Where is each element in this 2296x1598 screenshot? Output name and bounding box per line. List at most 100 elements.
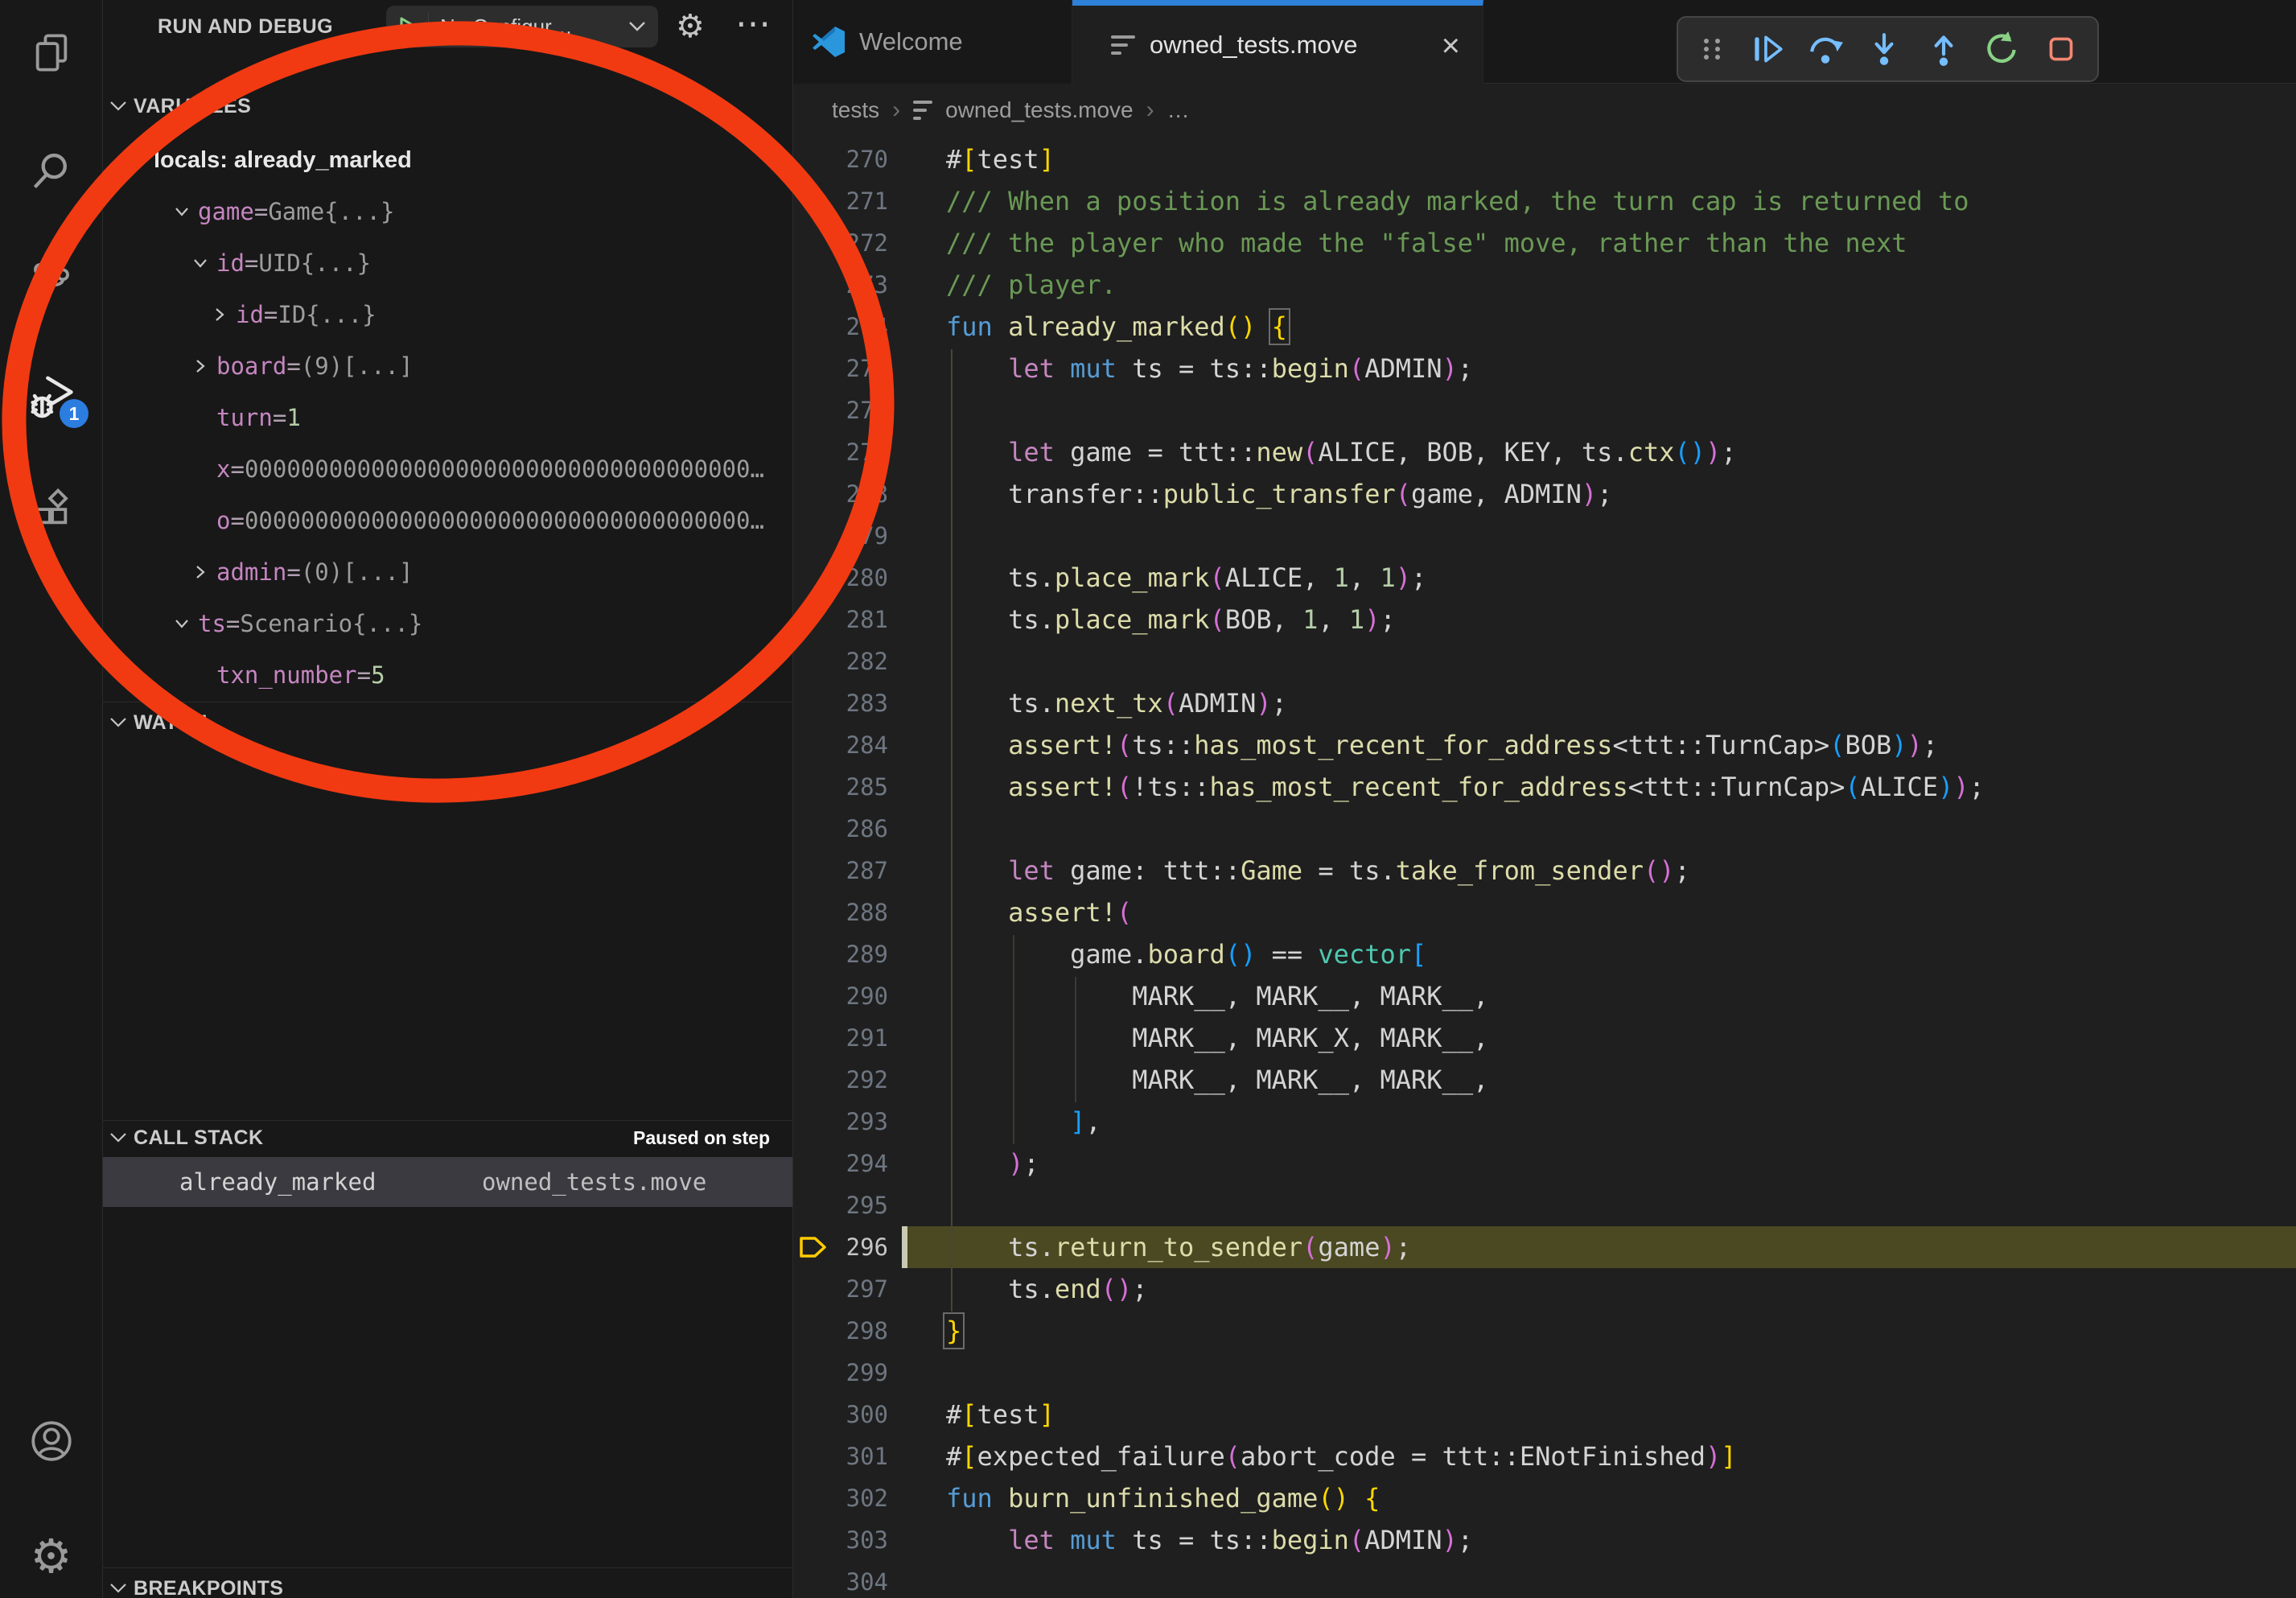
code-line[interactable]: 280ts.place_mark(ALICE, 1, 1);: [793, 557, 2296, 599]
line-number[interactable]: 286: [793, 808, 888, 850]
line-number[interactable]: 282: [793, 640, 888, 682]
variable-row[interactable]: turn = 1: [103, 392, 792, 443]
variable-row[interactable]: o = 000000000000000000000000000000000000…: [103, 495, 792, 546]
stop-icon[interactable]: [2043, 31, 2080, 68]
line-number[interactable]: 281: [793, 599, 888, 640]
code-line[interactable]: 285assert!(!ts::has_most_recent_for_addr…: [793, 766, 2296, 808]
line-number[interactable]: 272: [793, 222, 888, 264]
code-line[interactable]: 295: [793, 1184, 2296, 1226]
code-line[interactable]: 291MARK__, MARK_X, MARK__,: [793, 1017, 2296, 1059]
line-number[interactable]: 279: [793, 515, 888, 557]
tab-welcome[interactable]: Welcome: [793, 0, 1072, 84]
explorer-icon[interactable]: [0, 25, 102, 81]
variable-row[interactable]: id = UID{...}: [103, 237, 792, 289]
code-line[interactable]: 300#[test]: [793, 1394, 2296, 1435]
line-number[interactable]: 303: [793, 1519, 888, 1561]
code-line[interactable]: 284assert!(ts::has_most_recent_for_addre…: [793, 724, 2296, 766]
account-icon[interactable]: [0, 1413, 102, 1469]
step-over-icon[interactable]: [1807, 31, 1844, 68]
line-number[interactable]: 278: [793, 473, 888, 515]
config-dropdown-label[interactable]: No Configur…: [429, 14, 616, 39]
line-number[interactable]: 300: [793, 1394, 888, 1435]
line-number[interactable]: 298: [793, 1310, 888, 1352]
code-line[interactable]: 283ts.next_tx(ADMIN);: [793, 682, 2296, 724]
line-number[interactable]: 283: [793, 682, 888, 724]
code-line[interactable]: 293],: [793, 1101, 2296, 1143]
source-control-icon[interactable]: [0, 253, 102, 310]
line-number[interactable]: 292: [793, 1059, 888, 1101]
line-number[interactable]: 290: [793, 975, 888, 1017]
code-line[interactable]: 297ts.end();: [793, 1268, 2296, 1310]
variable-row[interactable]: board = (9)[...]: [103, 340, 792, 392]
call-stack-frame-row[interactable]: already_marked owned_tests.move: [103, 1157, 792, 1207]
code-line[interactable]: 279: [793, 515, 2296, 557]
line-number[interactable]: 274: [793, 306, 888, 348]
code-line[interactable]: 274fun already_marked() {: [793, 306, 2296, 348]
line-number[interactable]: 302: [793, 1477, 888, 1519]
code-line[interactable]: 273/// player.: [793, 264, 2296, 306]
line-number[interactable]: 276: [793, 389, 888, 431]
chevron-down-icon[interactable]: [184, 254, 216, 272]
code-line[interactable]: 275let mut ts = ts::begin(ADMIN);: [793, 348, 2296, 389]
close-icon[interactable]: ×: [1442, 6, 1460, 86]
variables-section-header[interactable]: VARIABLES: [103, 87, 792, 126]
variable-row[interactable]: admin = (0)[...]: [103, 546, 792, 598]
code-line[interactable]: 272/// the player who made the "false" m…: [793, 222, 2296, 264]
code-line[interactable]: 302fun burn_unfinished_game() {: [793, 1477, 2296, 1519]
code-line[interactable]: 292MARK__, MARK__, MARK__,: [793, 1059, 2296, 1101]
breakpoints-section-header[interactable]: BREAKPOINTS: [103, 1569, 792, 1598]
code-line[interactable]: 299: [793, 1352, 2296, 1394]
breadcrumb-item[interactable]: owned_tests.move: [945, 97, 1133, 123]
launch-config-picker[interactable]: No Configur…: [386, 6, 658, 47]
chevron-right-icon[interactable]: [204, 306, 236, 323]
line-number[interactable]: 295: [793, 1184, 888, 1226]
extensions-icon[interactable]: [0, 480, 102, 537]
code-line[interactable]: 270#[test]: [793, 138, 2296, 180]
line-number[interactable]: 297: [793, 1268, 888, 1310]
code-line[interactable]: 290MARK__, MARK__, MARK__,: [793, 975, 2296, 1017]
line-number[interactable]: 291: [793, 1017, 888, 1059]
code-line[interactable]: 276: [793, 389, 2296, 431]
chevron-right-icon[interactable]: [184, 357, 216, 375]
variable-row[interactable]: x = 000000000000000000000000000000000000…: [103, 443, 792, 495]
search-icon[interactable]: [0, 142, 102, 199]
continue-icon[interactable]: [1748, 31, 1785, 68]
code-line[interactable]: 296ts.return_to_sender(game);: [793, 1226, 2296, 1268]
line-number[interactable]: 293: [793, 1101, 888, 1143]
variable-row[interactable]: txn_number = 5: [103, 649, 792, 701]
code-line[interactable]: 301#[expected_failure(abort_code = ttt::…: [793, 1435, 2296, 1477]
tab-owned-tests-move[interactable]: owned_tests.move ×: [1072, 0, 1483, 84]
line-number[interactable]: 287: [793, 850, 888, 892]
chevron-down-icon[interactable]: [166, 203, 198, 220]
code-line[interactable]: 271/// When a position is already marked…: [793, 180, 2296, 222]
line-number[interactable]: 294: [793, 1143, 888, 1184]
code-line[interactable]: 288assert!(: [793, 892, 2296, 933]
line-number[interactable]: 273: [793, 264, 888, 306]
code-line[interactable]: 281ts.place_mark(BOB, 1, 1);: [793, 599, 2296, 640]
line-number[interactable]: 284: [793, 724, 888, 766]
breadcrumb-item[interactable]: tests: [832, 97, 879, 123]
chevron-down-icon[interactable]: [166, 615, 198, 632]
variable-row[interactable]: ts = Scenario{...}: [103, 598, 792, 649]
drag-handle-icon[interactable]: [1696, 31, 1726, 67]
code-line[interactable]: 282: [793, 640, 2296, 682]
line-number[interactable]: 285: [793, 766, 888, 808]
variable-row[interactable]: locals: already_marked: [103, 134, 792, 186]
line-number[interactable]: 275: [793, 348, 888, 389]
code-line[interactable]: 278transfer::public_transfer(game, ADMIN…: [793, 473, 2296, 515]
code-line[interactable]: 304: [793, 1561, 2296, 1598]
more-actions-icon[interactable]: ⋯: [735, 0, 771, 53]
code-line[interactable]: 277let game = ttt::new(ALICE, BOB, KEY, …: [793, 431, 2296, 473]
debug-settings-gear-icon[interactable]: ⚙: [676, 0, 705, 53]
line-number[interactable]: 270: [793, 138, 888, 180]
chevron-down-icon[interactable]: [121, 151, 154, 169]
variable-row[interactable]: id = ID{...}: [103, 289, 792, 340]
line-number[interactable]: 304: [793, 1561, 888, 1598]
watch-section-header[interactable]: WATCH: [103, 703, 792, 742]
step-into-icon[interactable]: [1866, 31, 1903, 68]
settings-gear-icon[interactable]: ⚙: [0, 1529, 102, 1585]
start-debug-icon[interactable]: [386, 12, 429, 41]
line-number[interactable]: 301: [793, 1435, 888, 1477]
code-line[interactable]: 289game.board() == vector[: [793, 933, 2296, 975]
line-number[interactable]: 271: [793, 180, 888, 222]
